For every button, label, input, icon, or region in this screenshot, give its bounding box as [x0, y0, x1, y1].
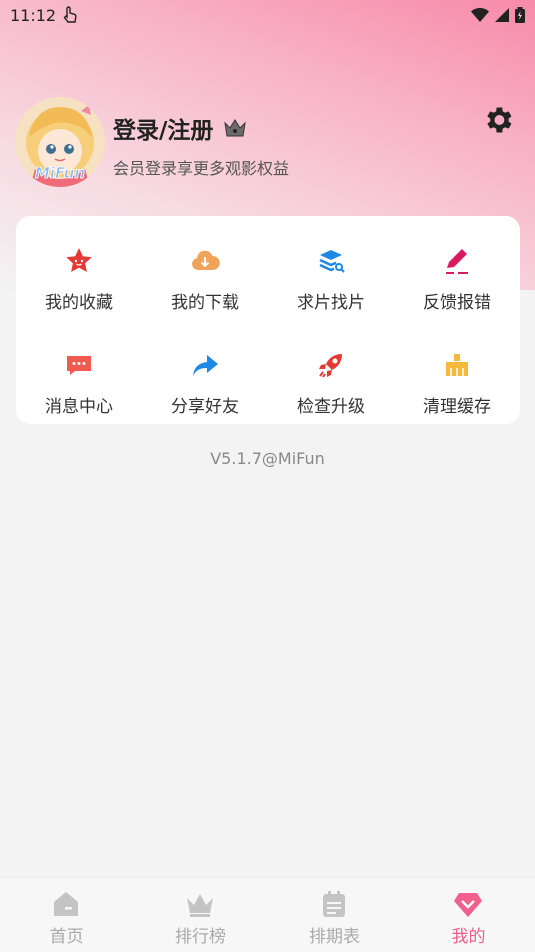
- home-icon: [54, 892, 78, 916]
- menu-item-label: 我的下载: [171, 293, 239, 313]
- menu-item-downloads[interactable]: 我的下载: [142, 226, 268, 316]
- message-icon: [67, 356, 91, 375]
- tab-label: 排期表: [309, 927, 360, 947]
- menu-item-label: 求片找片: [297, 293, 365, 313]
- crown-icon: [187, 894, 213, 917]
- crown-icon: [224, 119, 247, 137]
- menu-card: 我的收藏 我的下载 求片找片 反馈报错 消息中心 分享好友 检查升级 清理缓存: [16, 216, 520, 424]
- menu-item-favorites[interactable]: 我的收藏: [16, 226, 142, 316]
- menu-item-label: 清理缓存: [423, 397, 491, 417]
- settings-gear-icon[interactable]: [481, 103, 515, 137]
- menu-item-label: 消息中心: [45, 397, 113, 417]
- tab-home[interactable]: 首页: [0, 878, 133, 952]
- tab-schedule[interactable]: 排期表: [268, 878, 401, 952]
- menu-item-update[interactable]: 检查升级: [268, 330, 394, 420]
- battery-icon: [515, 7, 525, 23]
- menu-item-label: 检查升级: [297, 397, 365, 417]
- touch-icon: [63, 6, 77, 23]
- menu-item-feedback[interactable]: 反馈报错: [394, 226, 520, 316]
- status-time: 11:12: [10, 5, 57, 25]
- menu-item-clear-cache[interactable]: 清理缓存: [394, 330, 520, 420]
- signal-icon: [495, 8, 509, 22]
- tab-mine[interactable]: 我的: [402, 878, 535, 952]
- tab-label: 我的: [451, 927, 486, 947]
- star-icon: [66, 248, 92, 272]
- share-icon: [193, 355, 218, 376]
- menu-item-messages[interactable]: 消息中心: [16, 330, 142, 420]
- avatar-text: MiFun: [35, 164, 85, 182]
- status-bar: 11:12: [0, 0, 535, 30]
- calendar-icon: [323, 891, 345, 917]
- menu-item-request[interactable]: 求片找片: [268, 226, 394, 316]
- bottom-tab-bar: 首页 排行榜 排期表 我的: [0, 877, 535, 952]
- tab-label: 首页: [49, 927, 84, 947]
- menu-item-label: 分享好友: [171, 397, 239, 417]
- rocket-icon: [319, 354, 342, 378]
- cloud-download-icon: [192, 250, 220, 270]
- heart-diamond-icon: [454, 893, 482, 917]
- search-stack-icon: [319, 250, 345, 273]
- login-register-link[interactable]: 登录/注册: [113, 111, 247, 145]
- profile-section: MiFun 登录/注册 会员登录享更多观影权益: [15, 97, 520, 187]
- menu-item-label: 反馈报错: [423, 293, 491, 313]
- tab-ranking[interactable]: 排行榜: [134, 878, 267, 952]
- wifi-icon: [471, 8, 489, 22]
- tab-label: 排行榜: [175, 927, 226, 947]
- broom-icon: [446, 354, 468, 376]
- version-label: V5.1.7@MiFun: [210, 449, 325, 468]
- menu-item-label: 我的收藏: [45, 293, 113, 313]
- menu-item-share[interactable]: 分享好友: [142, 330, 268, 420]
- login-subtitle: 会员登录享更多观影权益: [113, 159, 290, 178]
- login-title[interactable]: 登录/注册: [113, 111, 213, 145]
- pencil-icon: [446, 249, 468, 274]
- avatar[interactable]: MiFun: [15, 97, 105, 187]
